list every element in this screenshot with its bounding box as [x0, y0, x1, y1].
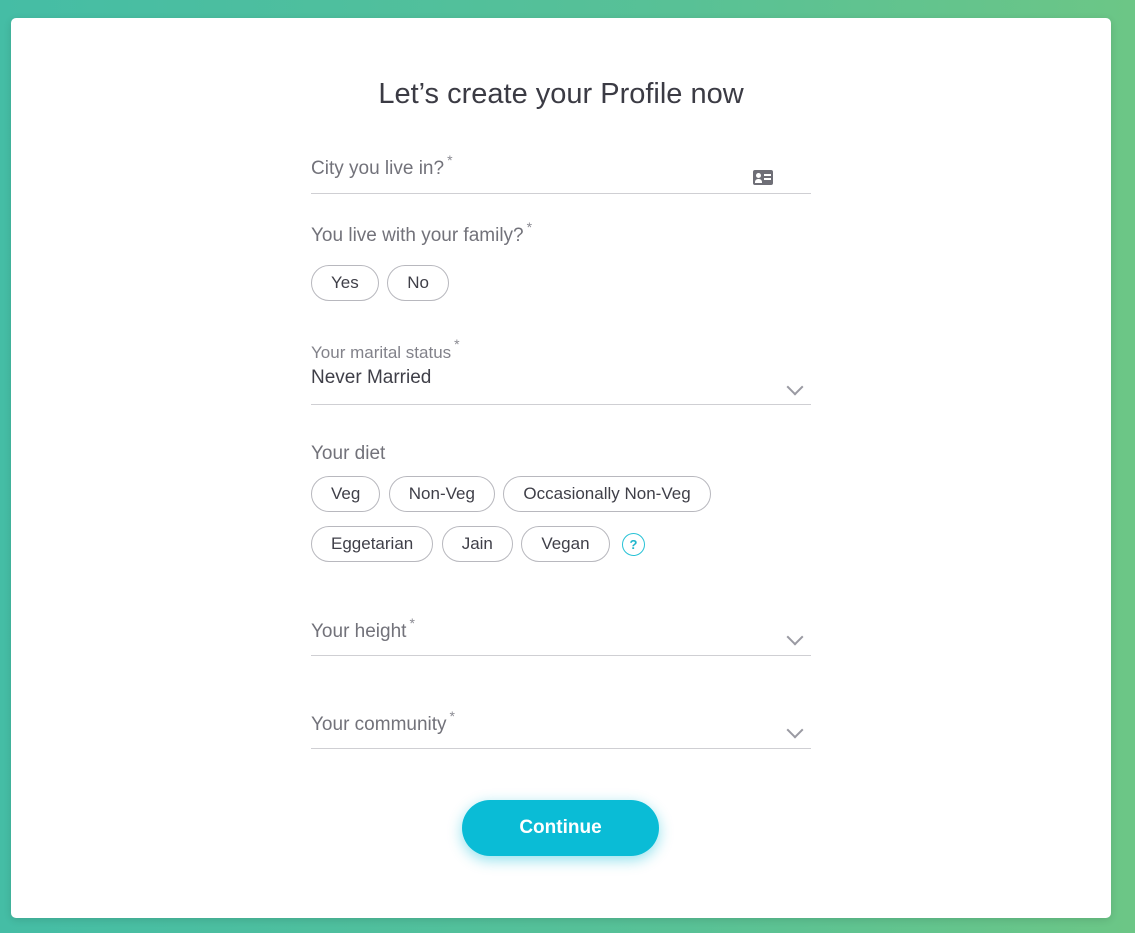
required-mark: *	[454, 336, 460, 352]
id-card-icon	[753, 170, 773, 185]
continue-button[interactable]: Continue	[462, 800, 659, 856]
profile-card: Let’s create your Profile now City you l…	[11, 18, 1111, 918]
diet-jain-option[interactable]: Jain	[441, 526, 513, 562]
diet-non-veg-option[interactable]: Non-Veg	[388, 476, 495, 512]
chevron-down-icon	[786, 721, 804, 739]
marital-status-select[interactable]: Your marital status * Never Married	[311, 336, 811, 405]
required-mark: *	[409, 615, 415, 631]
help-icon[interactable]: ?	[622, 532, 646, 556]
family-label: You live with your family?	[311, 225, 524, 246]
family-question: You live with your family? *	[311, 219, 811, 247]
chevron-down-icon	[786, 628, 804, 646]
marital-value: Never Married	[311, 367, 432, 388]
required-mark: *	[447, 152, 453, 168]
diet-occasionally-non-veg-option[interactable]: Occasionally Non-Veg	[503, 476, 711, 512]
diet-options-row-1: Veg Non-Veg Occasionally Non-Veg	[311, 476, 715, 512]
family-options: Yes No	[311, 265, 453, 301]
page-title: Let’s create your Profile now	[378, 78, 744, 110]
diet-label: Your diet	[311, 443, 386, 464]
city-field[interactable]: City you live in? *	[311, 152, 811, 194]
diet-question: Your diet	[311, 443, 811, 465]
community-label: Your community	[311, 714, 447, 735]
required-mark: *	[449, 708, 455, 724]
height-select[interactable]: Your height *	[311, 615, 811, 656]
height-label: Your height	[311, 621, 407, 642]
family-no-option[interactable]: No	[387, 265, 449, 301]
marital-label: Your marital status	[311, 343, 452, 362]
diet-eggetarian-option[interactable]: Eggetarian	[311, 526, 434, 562]
community-select[interactable]: Your community *	[311, 708, 811, 749]
diet-options-row-2: Eggetarian Jain Vegan ?	[311, 526, 646, 562]
diet-vegan-option[interactable]: Vegan	[521, 526, 610, 562]
diet-veg-option[interactable]: Veg	[311, 476, 381, 512]
city-label: City you live in?	[311, 158, 445, 179]
required-mark: *	[526, 219, 533, 235]
family-yes-option[interactable]: Yes	[311, 265, 379, 301]
